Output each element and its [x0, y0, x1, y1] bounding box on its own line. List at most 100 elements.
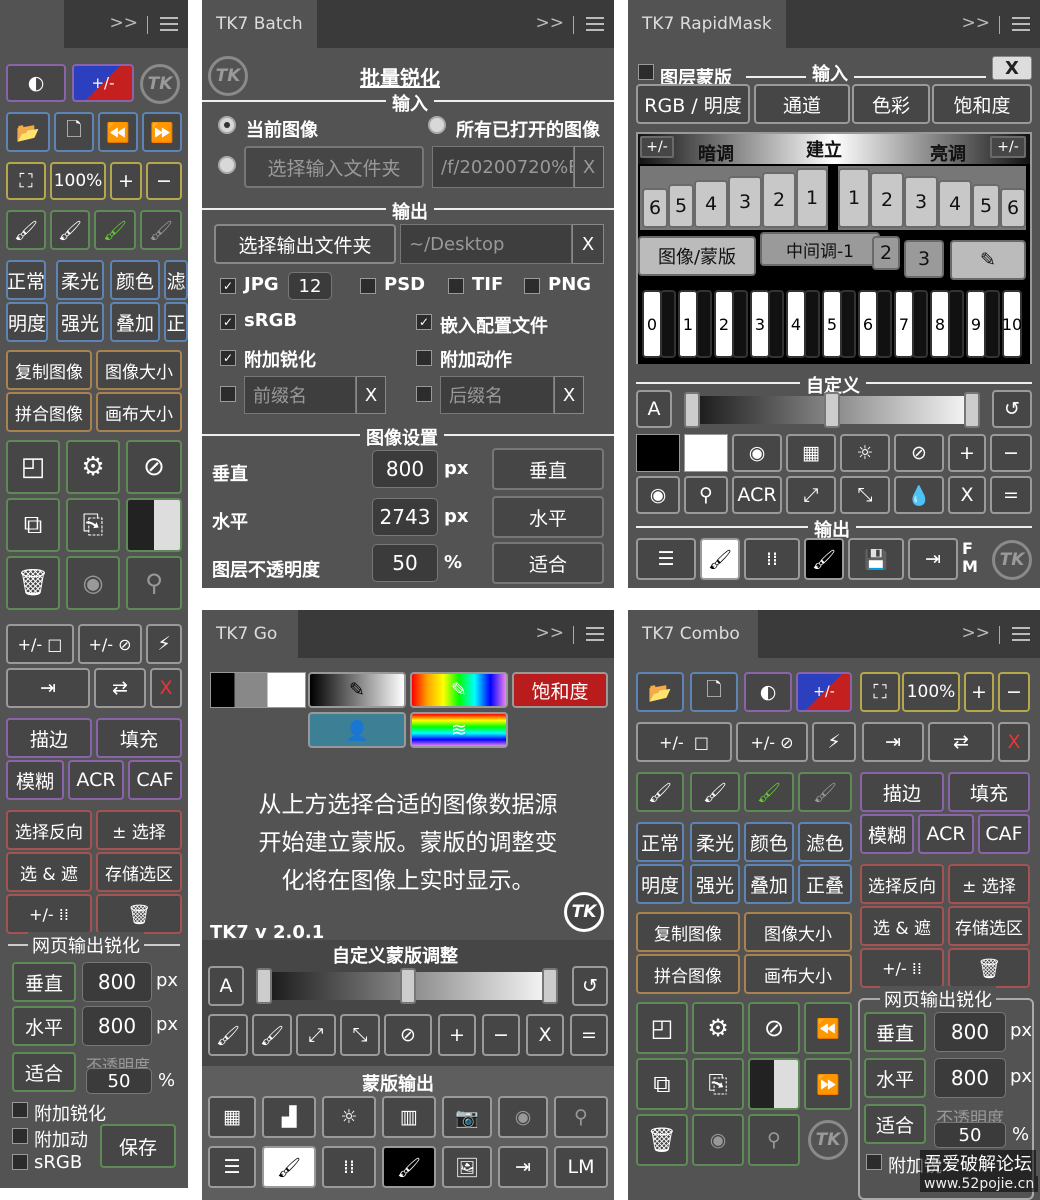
srgb-checkbox[interactable] [12, 1154, 28, 1170]
levels-icon[interactable]: ▟ [262, 1096, 316, 1138]
zone-key-2[interactable]: 2 [714, 290, 734, 358]
trash-icon[interactable]: 🗑 [636, 1114, 688, 1166]
image-icon[interactable]: 🖼 [442, 1146, 492, 1188]
zoom-out-icon[interactable]: − [146, 162, 182, 200]
zone-key-dark-6[interactable] [876, 290, 892, 358]
import-icon[interactable]: ⇥ [862, 722, 924, 762]
trash-selection-icon[interactable]: 🗑 [96, 894, 182, 934]
add-action-checkbox[interactable] [12, 1128, 28, 1144]
select-inverse-button[interactable]: 选择反向 [860, 864, 944, 904]
dark-step-2[interactable]: 2 [762, 172, 796, 228]
layer-stack-icon[interactable]: ⧉ [636, 1058, 688, 1110]
opacity-value[interactable]: 50 [86, 1068, 152, 1094]
fm-label[interactable]: F M [962, 540, 978, 576]
black-swatch[interactable] [636, 434, 680, 472]
swap-icon[interactable]: ⇄ [928, 722, 994, 762]
pm-box-button[interactable]: +/- □ [6, 624, 74, 664]
light-step-4[interactable]: 4 [938, 180, 972, 228]
copy-layer-icon[interactable]: ⎘ [66, 498, 120, 552]
pm-clip-button[interactable]: +/- ⊘ [736, 722, 808, 762]
png-checkbox[interactable] [524, 278, 540, 294]
channel-button[interactable]: 通道 [754, 84, 850, 124]
panel-menu-icon[interactable] [160, 17, 178, 31]
rewind-icon[interactable]: ⏪ [804, 1002, 852, 1054]
minus-button[interactable]: − [990, 434, 1032, 472]
flatten-image-button[interactable]: 拼合图像 [636, 954, 740, 994]
vertical-value[interactable]: 800 [934, 1012, 1006, 1052]
save-selection-button[interactable]: 存储选区 [96, 852, 182, 892]
left-panel-tab[interactable] [0, 0, 64, 48]
zone-key-dark-5[interactable] [840, 290, 856, 358]
acr-button[interactable]: ACR [68, 760, 124, 800]
brush-white-icon[interactable]: 🖌 [50, 210, 90, 250]
brightness-icon[interactable]: ☼ [322, 1096, 376, 1138]
output-path-field[interactable]: ~/Desktop [400, 224, 572, 264]
select-inverse-button[interactable]: 选择反向 [6, 810, 92, 850]
blend-luminosity-button[interactable]: 明度 [6, 302, 48, 342]
paint-black-icon[interactable]: 🖌 [382, 1146, 436, 1188]
zoom-in-icon[interactable]: + [964, 672, 994, 712]
blend-screen-button[interactable]: 滤 [164, 260, 188, 300]
zone-key-dark-3[interactable] [768, 290, 784, 358]
plus-button[interactable]: + [948, 434, 986, 472]
rewind-icon[interactable]: ⏪ [98, 112, 138, 152]
duplicate-image-button[interactable]: 复制图像 [6, 350, 92, 390]
clear-input-button[interactable]: X [574, 146, 604, 188]
forward-icon[interactable]: ⏩ [142, 112, 182, 152]
panel-menu-icon[interactable] [586, 17, 604, 31]
add-action-checkbox[interactable] [416, 350, 432, 366]
dark-step-3[interactable]: 3 [728, 176, 762, 228]
blend-overlay-button[interactable]: 叠加 [110, 302, 160, 342]
plus-minus-color-icon[interactable]: +/- [72, 64, 134, 102]
tif-checkbox[interactable] [448, 278, 464, 294]
blend-luminosity-button[interactable]: 明度 [636, 864, 684, 904]
brightness-icon[interactable]: ☼ [840, 434, 890, 472]
pm-clip-button[interactable]: +/- ⊘ [78, 624, 142, 664]
import-icon[interactable]: ⇥ [498, 1146, 548, 1188]
vertical-button[interactable]: 垂直 [12, 962, 76, 1002]
zone-key-dark-0[interactable] [660, 290, 676, 358]
custom-slider-track[interactable] [684, 392, 980, 428]
blend-hardlight-button[interactable]: 强光 [690, 864, 740, 904]
fit-button[interactable]: 适合 [12, 1052, 76, 1092]
layers-spectrum-button[interactable]: ≋ [410, 712, 508, 748]
add-sharpen-checkbox[interactable]: ✓ [220, 350, 236, 366]
saturation-button[interactable]: 饱和度 [932, 84, 1032, 124]
selection-icon[interactable]: ⁞⁞ [322, 1146, 376, 1188]
lightning-icon[interactable]: ⚡ [146, 624, 182, 664]
select-mask-button[interactable]: 选 & 遮 [860, 906, 944, 946]
brush-green-icon[interactable]: 🖌 [94, 210, 136, 250]
blend-softlight-button[interactable]: 柔光 [690, 822, 740, 862]
stroke-button[interactable]: 描边 [6, 718, 92, 758]
light-step-5[interactable]: 5 [972, 184, 1000, 228]
zone-key-dark-8[interactable] [948, 290, 964, 358]
slider-handle-right[interactable] [542, 968, 558, 1004]
trash-selection-icon[interactable]: 🗑 [948, 948, 1030, 988]
eye-dim-icon[interactable]: ◉ [692, 1114, 744, 1166]
zone-key-3[interactable]: 3 [750, 290, 770, 358]
zone-key-dark-7[interactable] [912, 290, 928, 358]
light-step-1[interactable]: 1 [838, 168, 870, 228]
acr-button[interactable]: ACR [732, 476, 782, 514]
prefix-field[interactable]: 前缀名 [244, 376, 356, 414]
light-step-3[interactable]: 3 [904, 176, 938, 228]
save-button[interactable]: 保存 [100, 1124, 176, 1168]
brush-gray-icon[interactable]: 🖌 [798, 772, 852, 812]
collapse-icon[interactable]: >> [962, 13, 991, 33]
stroke-button[interactable]: 描边 [860, 772, 944, 812]
light-step-2[interactable]: 2 [870, 172, 904, 228]
smart-object-icon[interactable]: ⚙ [692, 1002, 744, 1054]
brush-green-icon[interactable]: 🖌 [744, 772, 794, 812]
psd-checkbox[interactable] [360, 278, 376, 294]
save-selection-button[interactable]: 存储选区 [948, 906, 1030, 946]
saturation-button[interactable]: 饱和度 [512, 672, 608, 708]
mask-off-icon[interactable]: ⊘ [894, 434, 944, 472]
close-red-icon[interactable]: X [150, 668, 182, 708]
blend-normal-button[interactable]: 正常 [6, 260, 46, 300]
horizontal-button[interactable]: 水平 [12, 1006, 76, 1046]
layer-new-icon[interactable]: ◰ [6, 440, 60, 494]
light-pm-button[interactable]: +/- [990, 136, 1026, 158]
add-sharpen-checkbox[interactable] [866, 1154, 882, 1170]
layer-new-icon[interactable]: ◰ [636, 1002, 688, 1054]
minus-button[interactable]: − [482, 1014, 520, 1056]
